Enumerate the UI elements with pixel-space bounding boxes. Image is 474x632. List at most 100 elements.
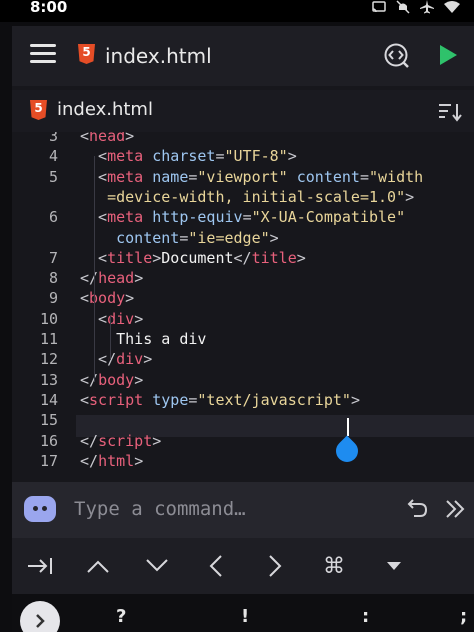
code-token: title <box>107 248 153 267</box>
file-title: index.html <box>105 44 212 68</box>
code-token: < <box>80 289 90 308</box>
code-token: </ <box>80 370 99 389</box>
line-number: 15 <box>39 411 58 430</box>
html5-icon: 5 <box>78 44 95 64</box>
code-line[interactable]: 13 </body> <box>12 370 474 390</box>
run-icon[interactable] <box>438 44 458 66</box>
code-token: > <box>125 132 135 145</box>
code-line[interactable]: 3 <head> <box>12 132 474 146</box>
code-line[interactable]: 16 </script> <box>12 431 474 451</box>
code-token: "viewport" <box>197 167 288 186</box>
undo-icon[interactable] <box>406 498 428 520</box>
code-token: > <box>350 390 360 409</box>
code-token: name <box>152 167 189 186</box>
code-line[interactable]: 5 <meta name="viewport" content="width <box>12 167 474 187</box>
arrow-up-icon <box>87 560 109 573</box>
code-line[interactable]: =device-width, initial-scale=1.0"> <box>12 187 474 207</box>
key-colon[interactable]: : <box>362 606 369 627</box>
code-token: </ <box>233 248 252 267</box>
forward-double-chevron-icon[interactable] <box>444 498 466 520</box>
key-question[interactable]: ? <box>116 606 126 627</box>
code-line[interactable]: 6 <meta http-equiv="X-UA-Compatible" <box>12 207 474 227</box>
code-text: <meta http-equiv="X-UA-Compatible" <box>80 207 405 227</box>
code-text: <meta name="viewport" content="width <box>80 167 423 187</box>
code-line[interactable]: 14 <script type="text/javascript"> <box>12 390 474 410</box>
code-token: > <box>143 350 153 369</box>
indent-guide <box>94 156 95 382</box>
code-token: > <box>134 370 144 389</box>
code-line[interactable]: 8 </head> <box>12 268 474 288</box>
code-token: script <box>89 390 144 409</box>
arrow-left-key[interactable] <box>198 550 234 582</box>
cast-icon <box>372 1 386 13</box>
sort-icon[interactable] <box>438 102 462 122</box>
key-exclamation[interactable]: ! <box>241 606 249 627</box>
arrow-right-key[interactable] <box>257 550 293 582</box>
code-text: <head> <box>80 132 134 146</box>
line-number: 8 <box>48 269 58 288</box>
arrow-up-key[interactable] <box>80 550 116 582</box>
text-cursor <box>347 418 349 436</box>
menu-icon[interactable] <box>30 44 56 64</box>
code-line[interactable]: content="ie=edge"> <box>12 228 474 248</box>
code-line[interactable]: 10 <div> <box>12 309 474 329</box>
code-line[interactable]: 7 <title>Document</title> <box>12 248 474 268</box>
status-time: 8:00 <box>30 0 68 16</box>
caret-down-key[interactable] <box>376 550 412 582</box>
caret-down-icon <box>387 562 401 570</box>
command-key[interactable]: ⌘ <box>316 550 352 582</box>
code-line[interactable]: 15 <box>12 410 474 430</box>
wifi-icon <box>444 1 460 13</box>
assistant-bot-icon[interactable] <box>24 496 56 522</box>
mute-icon <box>396 0 410 14</box>
line-number: 14 <box>39 390 58 409</box>
tab-index-html[interactable]: index.html <box>57 99 153 120</box>
code-token: < <box>80 390 90 409</box>
code-editor[interactable]: 3 <head> 4 <meta charset="UTF-8"> 5 <meta n… <box>12 132 474 482</box>
code-token: > <box>125 289 135 308</box>
status-icons <box>372 0 460 14</box>
arrow-left-icon <box>209 555 222 577</box>
arrow-right-icon <box>269 555 282 577</box>
code-token: head <box>98 269 135 288</box>
code-line[interactable]: 12 </div> <box>12 349 474 369</box>
command-input[interactable] <box>74 494 384 524</box>
code-line[interactable]: 4 <meta charset="UTF-8"> <box>12 146 474 166</box>
arrow-down-key[interactable] <box>139 550 175 582</box>
code-token: > <box>287 147 297 166</box>
code-text: </div> <box>80 349 152 369</box>
code-token: This a div <box>80 330 207 348</box>
tab-icon <box>28 558 52 574</box>
airplane-icon <box>420 0 434 14</box>
html5-icon: 5 <box>30 100 47 120</box>
line-number: 17 <box>39 451 58 470</box>
code-token: div <box>107 309 135 328</box>
key-semicolon[interactable]: ; <box>460 606 467 627</box>
line-number: 9 <box>48 289 58 308</box>
code-token: charset <box>152 147 216 166</box>
code-text: <div> <box>80 309 143 329</box>
code-token: > <box>134 309 144 328</box>
code-token: meta <box>107 147 144 166</box>
code-token: meta <box>107 208 144 227</box>
code-text: <title>Document</title> <box>80 248 306 268</box>
code-preview-icon[interactable] <box>383 42 409 68</box>
line-number: 4 <box>48 147 58 166</box>
keyboard-expand-button[interactable] <box>20 601 60 632</box>
indent-guide <box>110 316 111 360</box>
code-token: > <box>152 431 162 450</box>
symbol-key-row: ⌘ <box>12 538 474 594</box>
code-token: content <box>116 228 180 247</box>
code-line[interactable]: 17 </html> <box>12 451 474 471</box>
code-token: Document <box>161 248 234 267</box>
code-text: </script> <box>80 431 161 451</box>
code-token: > <box>405 187 415 206</box>
code-token: "ie=edge" <box>188 228 270 247</box>
code-line[interactable]: 9 <body> <box>12 288 474 308</box>
tab-key[interactable] <box>22 550 58 582</box>
code-line[interactable]: 11 This a div <box>12 329 474 349</box>
